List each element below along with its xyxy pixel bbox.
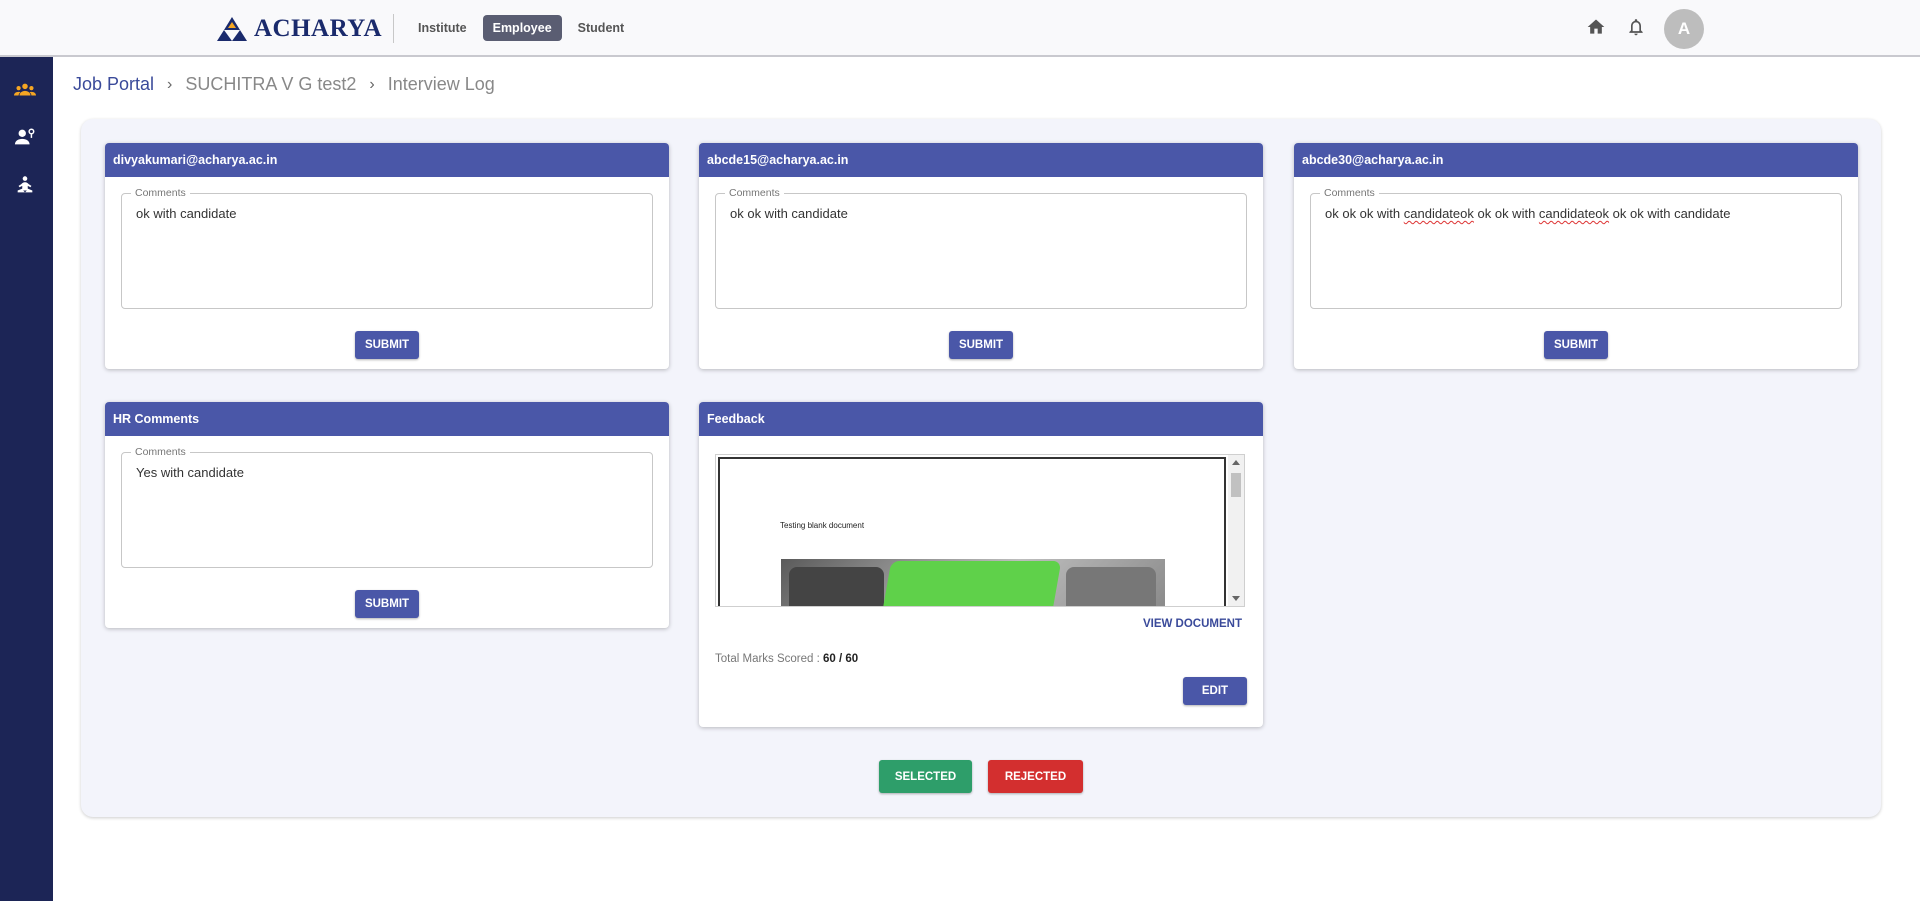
person-meditation-icon[interactable] (13, 173, 37, 197)
comments-field[interactable]: Comments ok ok ok with candidateok ok ok… (1310, 187, 1842, 309)
rejected-button[interactable]: REJECTED (988, 760, 1083, 793)
feedback-card: Feedback Testing blank document VIEW DOC… (699, 402, 1263, 727)
comments-label: Comments (725, 187, 784, 199)
comment-text: ok ok ok with (1325, 206, 1404, 221)
interviewer-email: abcde15@acharya.ac.in (699, 143, 1263, 177)
top-bar: ACHARYA Institute Employee Student A (0, 0, 1920, 57)
home-icon[interactable] (1586, 17, 1606, 42)
scroll-down-icon[interactable] (1232, 596, 1240, 601)
marks-value: 60 / 60 (823, 653, 859, 665)
acharya-logo-icon (217, 17, 247, 41)
total-marks: Total Marks Scored : 60 / 60 (715, 653, 858, 665)
comment-text: ok ok with candidate (1609, 206, 1731, 221)
view-document-link[interactable]: VIEW DOCUMENT (1143, 618, 1242, 630)
comments-value: Yes with candidate (136, 465, 244, 480)
scroll-thumb[interactable] (1231, 473, 1241, 497)
tab-student[interactable]: Student (568, 15, 635, 41)
document-text: Testing blank document (780, 521, 865, 530)
selected-button[interactable]: SELECTED (879, 760, 972, 793)
comments-value: ok ok ok with candidateok ok ok with can… (1325, 206, 1730, 221)
comments-value: ok ok with candidate (730, 206, 848, 221)
tab-employee[interactable]: Employee (482, 15, 562, 41)
breadcrumb: Job Portal › SUCHITRA V G test2 › Interv… (73, 74, 495, 95)
interviewer-card: divyakumari@acharya.ac.in Comments ok wi… (105, 143, 669, 369)
comments-value: ok with candidate (136, 206, 237, 221)
interviewer-email: abcde30@acharya.ac.in (1294, 143, 1858, 177)
acharya-logo[interactable]: ACHARYA (217, 13, 382, 45)
chevron-right-icon: › (369, 75, 375, 93)
comments-label: Comments (1320, 187, 1379, 199)
hr-comments-title: HR Comments (105, 402, 669, 436)
breadcrumb-job-portal[interactable]: Job Portal (73, 74, 154, 95)
hr-comments-card: HR Comments Comments Yes with candidate … (105, 402, 669, 628)
comment-text: ok ok with (1473, 206, 1539, 221)
submit-button[interactable]: SUBMIT (355, 331, 419, 359)
top-icons (1586, 17, 1646, 42)
breadcrumb-interview-log: Interview Log (387, 74, 495, 94)
tab-institute[interactable]: Institute (408, 15, 477, 41)
interviewer-card: abcde15@acharya.ac.in Comments ok ok wit… (699, 143, 1263, 369)
misspelled-word: candidateok (1538, 206, 1610, 221)
brand-name: ACHARYA (254, 15, 383, 42)
document-page: Testing blank document (718, 457, 1226, 606)
marks-label: Total Marks Scored : (715, 653, 820, 665)
scrollbar[interactable] (1228, 455, 1244, 606)
document-image (781, 559, 1165, 606)
submit-button[interactable]: SUBMIT (1544, 331, 1608, 359)
breadcrumb-candidate: SUCHITRA V G test2 (185, 74, 357, 94)
document-viewer[interactable]: Testing blank document (715, 454, 1245, 607)
misspelled-word: candidateok (1403, 206, 1474, 221)
chevron-right-icon: › (167, 75, 173, 93)
people-group-icon[interactable] (13, 78, 37, 102)
user-settings-icon[interactable] (13, 125, 37, 149)
comments-field[interactable]: Comments ok with candidate (121, 187, 653, 309)
comments-label: Comments (131, 187, 190, 199)
comments-label: Comments (131, 446, 190, 458)
logo-divider (393, 14, 394, 43)
avatar[interactable]: A (1664, 9, 1704, 49)
comments-field[interactable]: Comments ok ok with candidate (715, 187, 1247, 309)
interviewer-email: divyakumari@acharya.ac.in (105, 143, 669, 177)
top-nav: Institute Employee Student (408, 15, 634, 41)
interviewer-card: abcde30@acharya.ac.in Comments ok ok ok … (1294, 143, 1858, 369)
content-panel: divyakumari@acharya.ac.in Comments ok wi… (81, 119, 1881, 817)
feedback-title: Feedback (699, 402, 1263, 436)
sidebar (0, 57, 53, 901)
submit-button[interactable]: SUBMIT (949, 331, 1013, 359)
edit-button[interactable]: EDIT (1183, 677, 1247, 705)
bell-icon[interactable] (1626, 17, 1646, 42)
submit-button[interactable]: SUBMIT (355, 590, 419, 618)
scroll-up-icon[interactable] (1232, 460, 1240, 465)
hr-comments-field[interactable]: Comments Yes with candidate (121, 446, 653, 568)
